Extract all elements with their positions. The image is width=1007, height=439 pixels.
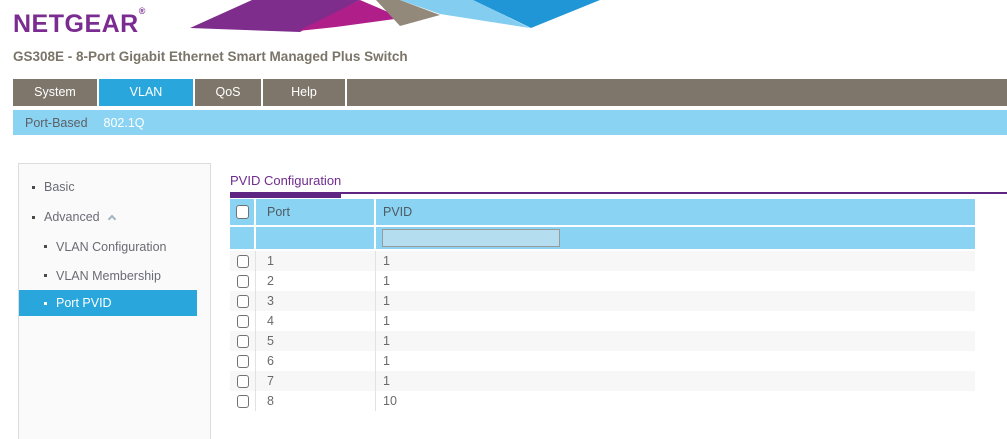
pvid-cell: 10 — [376, 391, 975, 411]
pvid-cell: 1 — [376, 291, 975, 311]
port-cell: 2 — [256, 271, 376, 291]
tab-qos[interactable]: QoS — [195, 79, 263, 106]
filter-empty-cell — [230, 227, 256, 249]
bullet-icon — [44, 245, 47, 248]
port-cell: 8 — [256, 391, 376, 411]
row-checkbox[interactable] — [237, 315, 249, 328]
heading-divider — [230, 192, 1007, 194]
nav-filler — [347, 79, 1007, 106]
row-checkbox[interactable] — [237, 275, 249, 288]
bullet-icon — [44, 274, 47, 277]
bullet-icon — [32, 216, 35, 219]
sidebar-item-label: Port PVID — [56, 296, 112, 310]
sidebar-item-vlan-configuration[interactable]: VLAN Configuration — [19, 232, 210, 261]
table-row: 4 1 — [230, 311, 975, 331]
table-header-row: Port PVID — [230, 199, 975, 225]
table-row: 3 1 — [230, 291, 975, 311]
table-row: 7 1 — [230, 371, 975, 391]
tab-system[interactable]: System — [13, 79, 99, 106]
sub-nav: Port-Based 802.1Q — [13, 110, 1007, 135]
pvid-cell: 1 — [376, 371, 975, 391]
port-column-header: Port — [256, 199, 376, 225]
bullet-icon — [44, 302, 47, 305]
table-filter-row — [230, 227, 975, 249]
sidebar-item-basic[interactable]: Basic — [19, 172, 210, 202]
row-checkbox[interactable] — [237, 335, 249, 348]
decorative-banner — [188, 0, 608, 33]
row-checkbox[interactable] — [237, 395, 249, 408]
sidebar-item-label: VLAN Membership — [56, 269, 161, 283]
table-row: 1 1 — [230, 251, 975, 271]
select-all-cell — [230, 199, 256, 225]
sidebar-item-label: Advanced — [44, 210, 100, 224]
filter-pvid-cell — [376, 227, 975, 249]
filter-empty-cell — [256, 227, 376, 249]
registered-mark: ® — [139, 6, 146, 16]
pvid-cell: 1 — [376, 351, 975, 371]
table-row: 6 1 — [230, 351, 975, 371]
port-cell: 1 — [256, 251, 376, 271]
page-title: GS308E - 8-Port Gigabit Ethernet Smart M… — [13, 49, 408, 64]
pvid-table: Port PVID 1 1 2 1 3 1 4 1 5 1 6 1 — [230, 199, 975, 411]
row-checkbox[interactable] — [237, 295, 249, 308]
sidebar-item-vlan-membership[interactable]: VLAN Membership — [19, 261, 210, 290]
bullet-icon — [32, 186, 35, 189]
select-all-checkbox[interactable] — [236, 205, 249, 219]
pvid-cell: 1 — [376, 311, 975, 331]
top-nav: System VLAN QoS Help — [13, 79, 1007, 106]
sidebar-item-port-pvid[interactable]: Port PVID — [19, 290, 197, 316]
tab-help[interactable]: Help — [263, 79, 347, 106]
port-cell: 6 — [256, 351, 376, 371]
table-row: 8 10 — [230, 391, 975, 411]
pvid-cell: 1 — [376, 251, 975, 271]
row-checkbox[interactable] — [237, 355, 249, 368]
port-cell: 7 — [256, 371, 376, 391]
sidebar-item-label: VLAN Configuration — [56, 240, 166, 254]
subnav-8021q[interactable]: 802.1Q — [102, 116, 147, 130]
table-row: 2 1 — [230, 271, 975, 291]
chevron-up-icon — [107, 215, 115, 223]
subnav-port-based[interactable]: Port-Based — [23, 116, 90, 130]
sidebar-item-advanced[interactable]: Advanced — [19, 202, 210, 232]
sidebar-item-label: Basic — [44, 180, 75, 194]
pvid-column-header: PVID — [376, 199, 975, 225]
port-cell: 3 — [256, 291, 376, 311]
sidebar-menu: Basic Advanced VLAN Configuration VLAN M… — [18, 163, 211, 439]
tab-vlan[interactable]: VLAN — [99, 79, 195, 106]
pvid-cell: 1 — [376, 331, 975, 351]
pvid-cell: 1 — [376, 271, 975, 291]
table-row: 5 1 — [230, 331, 975, 351]
pvid-filter-input[interactable] — [382, 229, 560, 247]
netgear-logo: NETGEAR® — [13, 6, 146, 39]
port-cell: 4 — [256, 311, 376, 331]
pvid-configuration-heading: PVID Configuration — [230, 173, 341, 198]
row-checkbox[interactable] — [237, 255, 249, 268]
port-cell: 5 — [256, 331, 376, 351]
row-checkbox[interactable] — [237, 375, 249, 388]
